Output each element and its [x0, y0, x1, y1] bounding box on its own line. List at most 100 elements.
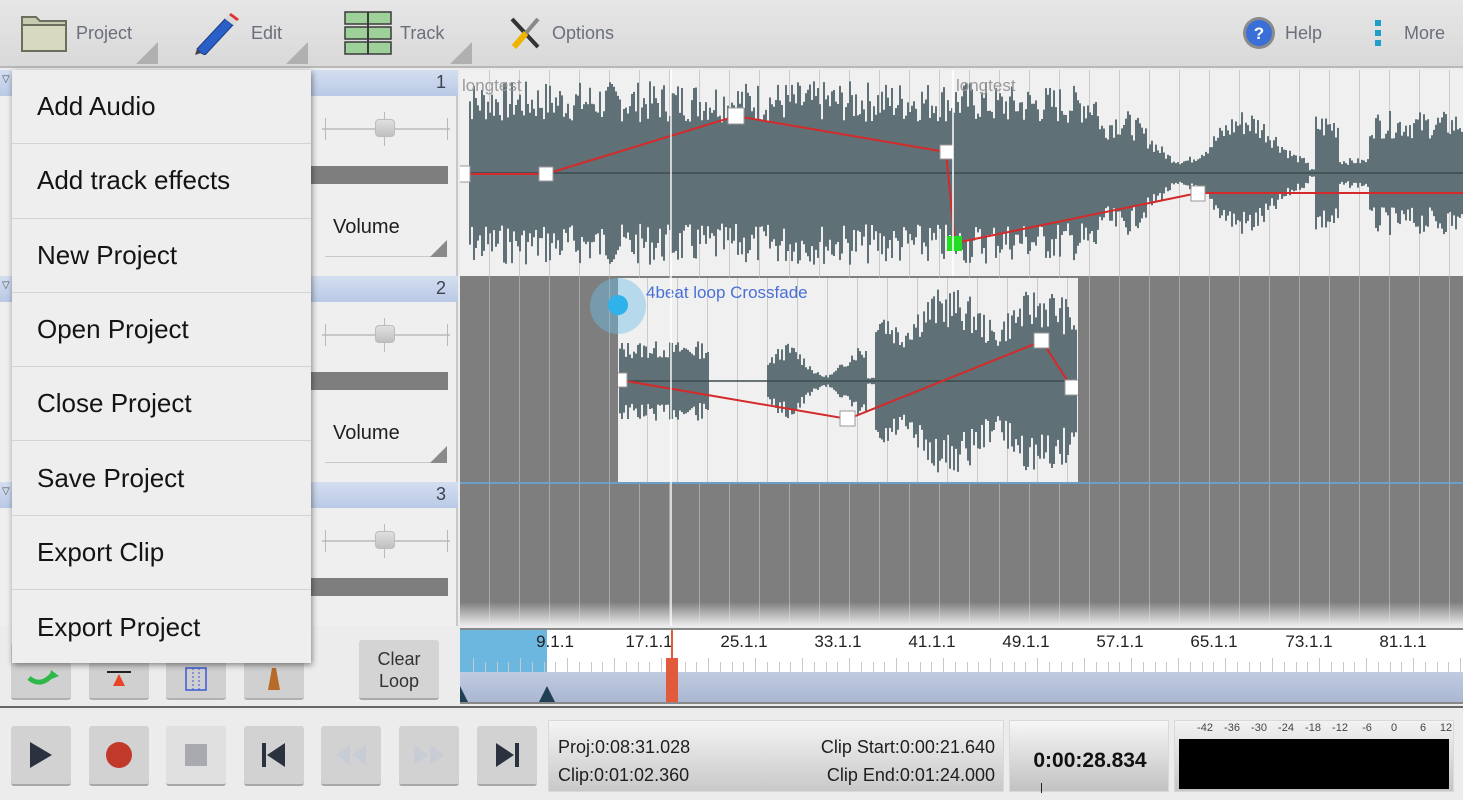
ruler-marker-track[interactable]	[460, 672, 1463, 702]
ruler-tick	[1307, 662, 1309, 672]
fast-forward-icon	[414, 745, 444, 765]
collapse-triangle-icon[interactable]: ▽	[2, 74, 10, 85]
track-menu-button[interactable]: Track	[344, 0, 444, 66]
skip-forward-icon	[496, 743, 519, 767]
menu-item[interactable]: Export Project	[12, 590, 311, 664]
timeline-ruler[interactable]: 9.1.1 17.1.1 25.1.1 33.1.1 41.1.1 49.1.1 57.1.…	[460, 628, 1463, 704]
ruler-label: 73.1.1	[1285, 632, 1333, 651]
ruler-tick	[1413, 658, 1414, 672]
ruler-tick	[625, 662, 627, 672]
help-button[interactable]: ? Help	[1241, 0, 1322, 66]
ruler-tick	[1178, 658, 1179, 672]
play-button[interactable]	[11, 726, 71, 786]
envelope-node[interactable]	[939, 144, 954, 160]
track-lane-1[interactable]: longtest longtest	[460, 70, 1463, 276]
ruler-tick	[802, 658, 803, 672]
menu-item[interactable]: Save Project	[12, 441, 311, 516]
rewind-button[interactable]	[321, 726, 381, 786]
ruler-tick	[1448, 662, 1450, 672]
stop-button[interactable]	[166, 726, 226, 786]
folder-icon	[21, 16, 67, 52]
envelope-node[interactable]	[460, 165, 471, 183]
ruler-tick	[907, 662, 909, 672]
ruler-tick	[1131, 658, 1132, 672]
ruler-tick	[637, 662, 639, 672]
envelope-node[interactable]	[1033, 332, 1050, 349]
pan-slider-knob[interactable]	[375, 531, 395, 549]
track-lane-2[interactable]: 4beat loop Crossfade	[460, 278, 1463, 484]
automation-selector[interactable]: Volume	[333, 216, 400, 239]
menu-item[interactable]: Close Project	[12, 367, 311, 442]
clip-drag-handle[interactable]	[608, 295, 628, 315]
clip-info-panel: Proj:0:08:31.028 Clip:0:01:02.360 Clip S…	[548, 720, 1004, 792]
ruler-tick	[919, 662, 921, 672]
track-level-meter	[300, 578, 448, 596]
audio-clip-selected[interactable]	[618, 278, 1078, 484]
ruler-tick	[473, 658, 474, 672]
loop-end-marker[interactable]	[538, 686, 556, 702]
track-level-meter	[300, 372, 448, 390]
options-menu-button[interactable]: Options	[508, 0, 614, 66]
meter-scale-label: -36	[1224, 722, 1240, 734]
ruler-tick	[1389, 662, 1391, 672]
collapse-triangle-icon[interactable]: ▽	[2, 486, 10, 497]
volume-envelope[interactable]	[460, 70, 1463, 276]
ruler-tick	[1013, 662, 1015, 672]
edit-menu-button[interactable]: Edit	[195, 0, 282, 66]
playhead-marker[interactable]	[666, 658, 678, 702]
menu-item[interactable]: Add Audio	[12, 70, 311, 145]
meter-scale-label: -24	[1278, 722, 1294, 734]
selector-underline	[325, 462, 447, 463]
skip-to-start-button[interactable]	[244, 726, 304, 786]
ruler-tick	[531, 662, 533, 672]
clip-end: Clip End:0:01:24.000	[826, 765, 995, 785]
lane-selection-border	[460, 482, 1463, 484]
selector-dropdown-corner	[430, 446, 447, 463]
fast-forward-button[interactable]	[399, 726, 459, 786]
menu-item[interactable]: Add track effects	[12, 144, 311, 219]
envelope-node[interactable]	[618, 372, 628, 388]
timeline-lanes[interactable]: longtest longtest 4beat loop Crossfade	[460, 70, 1463, 626]
loop-start-marker[interactable]	[460, 686, 469, 702]
envelope-node[interactable]	[727, 107, 745, 125]
clip-start: Clip Start:0:00:21.640	[820, 737, 995, 757]
envelope-node[interactable]	[538, 166, 554, 182]
ruler-tick	[1283, 662, 1285, 672]
envelope-node-selected[interactable]	[947, 236, 962, 251]
automation-selector[interactable]: Volume	[333, 422, 400, 445]
current-time-display[interactable]: 0:00:28.834	[1009, 720, 1169, 793]
menu-item[interactable]: Export Clip	[12, 516, 311, 591]
ruler-tick	[661, 658, 662, 672]
ruler-tick	[1460, 658, 1461, 672]
envelope-node[interactable]	[1064, 379, 1078, 396]
clear-loop-button[interactable]: Clear Loop	[359, 640, 439, 700]
skip-to-end-button[interactable]	[477, 726, 537, 786]
selector-underline	[325, 256, 447, 257]
more-button[interactable]: More	[1372, 0, 1445, 66]
ruler-tick	[1354, 662, 1356, 672]
menu-item[interactable]: Open Project	[12, 293, 311, 368]
ruler-tick	[884, 662, 886, 672]
audio-clip[interactable]: longtest longtest	[460, 70, 1463, 276]
ruler-tick	[837, 662, 839, 672]
envelope-node[interactable]	[1190, 185, 1206, 202]
volume-envelope[interactable]	[618, 278, 1078, 484]
ruler-tick	[1236, 662, 1238, 672]
record-button[interactable]	[89, 726, 149, 786]
ruler-tick	[520, 658, 521, 672]
pan-slider-knob[interactable]	[375, 119, 395, 137]
ruler-tick	[1401, 662, 1403, 672]
ruler-tick	[1189, 662, 1191, 672]
record-icon	[106, 742, 132, 768]
pan-slider-knob[interactable]	[375, 325, 395, 343]
more-label: More	[1404, 22, 1446, 43]
ruler-tick	[590, 662, 592, 672]
ruler-tick	[719, 662, 721, 672]
ruler-tick	[484, 662, 486, 672]
collapse-triangle-icon[interactable]: ▽	[2, 280, 10, 291]
lanes-fade	[460, 602, 1463, 626]
envelope-node[interactable]	[839, 410, 856, 427]
project-menu-button[interactable]: Project	[20, 0, 132, 66]
track-number: 3	[435, 484, 446, 504]
menu-item[interactable]: New Project	[12, 219, 311, 293]
